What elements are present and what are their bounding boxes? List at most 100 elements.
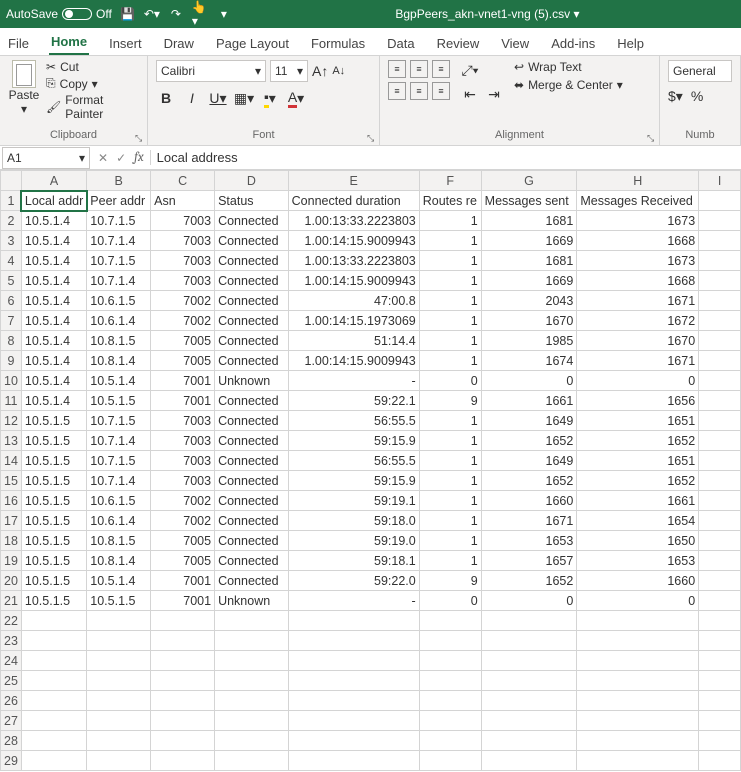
cell[interactable]: 7005 — [151, 531, 215, 551]
cell[interactable] — [481, 611, 577, 631]
cell[interactable] — [215, 611, 289, 631]
cell[interactable]: 1.00:14:15.9009943 — [288, 271, 419, 291]
percent-icon[interactable]: % — [691, 88, 703, 105]
cell[interactable]: 10.5.1.5 — [21, 491, 86, 511]
wrap-text-button[interactable]: ↩Wrap Text — [514, 60, 623, 74]
cell[interactable] — [419, 711, 481, 731]
row-header[interactable]: 13 — [1, 431, 22, 451]
cell[interactable] — [419, 731, 481, 751]
cell[interactable]: 10.5.1.4 — [21, 331, 86, 351]
cell[interactable]: 1671 — [577, 351, 699, 371]
fill-color-button[interactable]: 🞍▾ — [260, 88, 280, 108]
increase-indent-icon[interactable]: ⇥ — [484, 84, 504, 104]
number-format-select[interactable]: General — [668, 60, 732, 82]
cell[interactable] — [699, 211, 741, 231]
tab-page-layout[interactable]: Page Layout — [214, 32, 291, 55]
cell[interactable]: 1661 — [577, 491, 699, 511]
cell[interactable]: 7005 — [151, 331, 215, 351]
cell[interactable]: 10.7.1.5 — [87, 411, 151, 431]
cell[interactable] — [288, 611, 419, 631]
cell[interactable]: 10.8.1.4 — [87, 551, 151, 571]
cell[interactable] — [288, 711, 419, 731]
cell[interactable] — [151, 731, 215, 751]
cell[interactable] — [577, 711, 699, 731]
cell[interactable] — [699, 711, 741, 731]
cell[interactable] — [481, 631, 577, 651]
dialog-launcher-icon[interactable]: ⤡ — [367, 133, 377, 143]
cell[interactable]: 10.5.1.5 — [87, 591, 151, 611]
cell[interactable]: 1661 — [481, 391, 577, 411]
cell[interactable]: Connected — [215, 271, 289, 291]
cell[interactable]: 10.5.1.5 — [21, 571, 86, 591]
cell[interactable]: 1 — [419, 431, 481, 451]
cell[interactable] — [419, 631, 481, 651]
cell[interactable]: 10.7.1.4 — [87, 431, 151, 451]
cell[interactable]: 1.00:13:33.2223803 — [288, 211, 419, 231]
cell[interactable]: 1653 — [481, 531, 577, 551]
cell[interactable]: 10.7.1.4 — [87, 231, 151, 251]
row-header[interactable]: 5 — [1, 271, 22, 291]
cell[interactable] — [151, 751, 215, 771]
cell[interactable] — [699, 551, 741, 571]
cell[interactable]: 56:55.5 — [288, 451, 419, 471]
cell[interactable]: 10.6.1.4 — [87, 311, 151, 331]
cell[interactable]: Connected — [215, 311, 289, 331]
cell[interactable] — [699, 731, 741, 751]
cell[interactable]: 7003 — [151, 231, 215, 251]
cell[interactable]: 10.7.1.5 — [87, 451, 151, 471]
select-all-corner[interactable] — [1, 171, 22, 191]
cell[interactable] — [699, 651, 741, 671]
undo-icon[interactable]: ↶▾ — [144, 6, 160, 22]
cell[interactable]: 1652 — [577, 431, 699, 451]
row-header[interactable]: 22 — [1, 611, 22, 631]
cell[interactable]: 1.00:13:33.2223803 — [288, 251, 419, 271]
align-bottom-icon[interactable]: ≡ — [432, 60, 450, 78]
row-header[interactable]: 23 — [1, 631, 22, 651]
name-box[interactable]: A1▾ — [2, 147, 90, 169]
cell[interactable] — [699, 751, 741, 771]
cell[interactable] — [21, 631, 86, 651]
cancel-formula-icon[interactable]: ✕ — [98, 151, 108, 165]
cell[interactable]: 1 — [419, 351, 481, 371]
cell[interactable]: Connected — [215, 451, 289, 471]
cell[interactable]: 10.6.1.4 — [87, 511, 151, 531]
font-color-button[interactable]: A▾ — [286, 88, 306, 108]
cell[interactable] — [481, 691, 577, 711]
cell[interactable] — [215, 751, 289, 771]
cell[interactable]: Connected — [215, 231, 289, 251]
row-header[interactable]: 18 — [1, 531, 22, 551]
cell[interactable]: 10.5.1.5 — [21, 591, 86, 611]
cell[interactable] — [151, 651, 215, 671]
cell[interactable]: 59:22.1 — [288, 391, 419, 411]
cell[interactable] — [699, 611, 741, 631]
cell[interactable]: 59:19.0 — [288, 531, 419, 551]
paste-button[interactable]: Paste ▾ — [8, 60, 40, 121]
cell[interactable]: Connected — [215, 531, 289, 551]
cell[interactable]: 59:19.1 — [288, 491, 419, 511]
cell[interactable] — [87, 631, 151, 651]
cell[interactable]: Connected — [215, 411, 289, 431]
cell[interactable] — [21, 671, 86, 691]
cell[interactable]: 1 — [419, 531, 481, 551]
cell[interactable] — [481, 671, 577, 691]
cell[interactable]: 10.5.1.4 — [21, 351, 86, 371]
cell[interactable]: 1681 — [481, 251, 577, 271]
cell[interactable]: 10.5.1.5 — [21, 511, 86, 531]
cell[interactable]: 1671 — [577, 291, 699, 311]
cell[interactable] — [577, 751, 699, 771]
cell[interactable] — [699, 351, 741, 371]
cell[interactable]: 7005 — [151, 351, 215, 371]
cell[interactable] — [215, 671, 289, 691]
cell[interactable]: 1654 — [577, 511, 699, 531]
cell[interactable]: 0 — [419, 371, 481, 391]
cell[interactable] — [699, 251, 741, 271]
cell[interactable] — [288, 691, 419, 711]
cell[interactable]: 1657 — [481, 551, 577, 571]
cell[interactable]: Connected — [215, 551, 289, 571]
cell[interactable] — [288, 671, 419, 691]
tab-file[interactable]: File — [6, 32, 31, 55]
row-header[interactable]: 3 — [1, 231, 22, 251]
cell[interactable]: 2043 — [481, 291, 577, 311]
cell[interactable]: 7001 — [151, 391, 215, 411]
cell[interactable]: 1651 — [577, 411, 699, 431]
